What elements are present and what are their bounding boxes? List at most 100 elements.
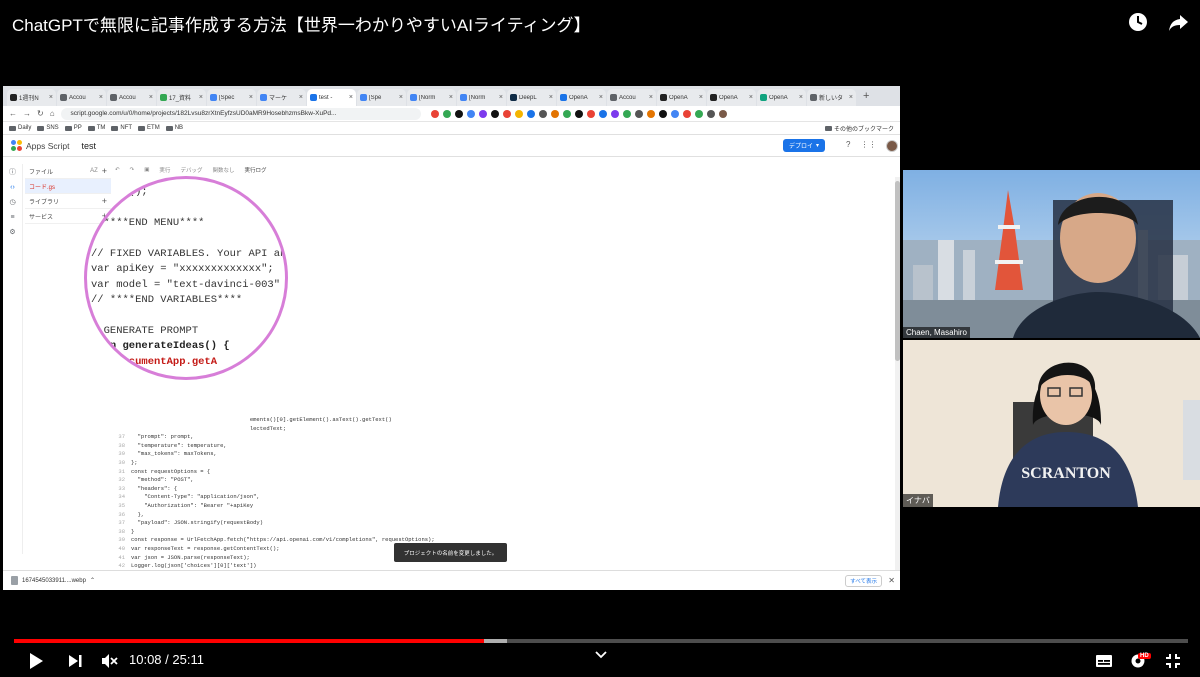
extension-icon[interactable]: [706, 109, 715, 118]
browser-tab[interactable]: 新しいタ ×: [807, 89, 856, 106]
next-icon[interactable]: [64, 651, 86, 671]
browser-tab[interactable]: Accou ×: [607, 89, 656, 106]
function-select[interactable]: 関数なし: [212, 166, 234, 174]
tab-close-icon[interactable]: ×: [49, 94, 53, 101]
project-name[interactable]: test: [81, 141, 96, 151]
tab-close-icon[interactable]: ×: [499, 94, 503, 101]
tab-close-icon[interactable]: ×: [399, 94, 403, 101]
browser-tab[interactable]: Accou ×: [107, 89, 156, 106]
browser-tab[interactable]: [Norm ×: [407, 89, 456, 106]
subtitles-icon[interactable]: [1093, 651, 1115, 671]
home-icon[interactable]: ⌂: [50, 109, 55, 118]
executions-icon[interactable]: ≡: [9, 214, 17, 222]
save-icon[interactable]: ▣: [144, 167, 149, 173]
reload-icon[interactable]: ↻: [37, 109, 44, 118]
back-icon[interactable]: ←: [9, 109, 17, 118]
bookmark-folder[interactable]: NB: [165, 125, 183, 131]
close-icon[interactable]: ✕: [888, 576, 895, 585]
extension-icon[interactable]: [634, 109, 643, 118]
browser-tab[interactable]: DeepL ×: [507, 89, 556, 106]
extension-icon[interactable]: [550, 109, 559, 118]
extension-icon[interactable]: [574, 109, 583, 118]
extension-icon[interactable]: [454, 109, 463, 118]
extension-icon[interactable]: [562, 109, 571, 118]
bookmark-folder[interactable]: PP: [64, 125, 82, 131]
deploy-button[interactable]: デプロイ ▾: [783, 139, 825, 152]
redo-icon[interactable]: ↷: [130, 167, 135, 173]
tab-close-icon[interactable]: ×: [599, 94, 603, 101]
triggers-icon[interactable]: ◷: [9, 199, 17, 207]
browser-tab[interactable]: [Norm ×: [457, 89, 506, 106]
extension-icon[interactable]: [670, 109, 679, 118]
bookmark-folder[interactable]: NFT: [111, 125, 132, 131]
extension-icon[interactable]: [538, 109, 547, 118]
extension-icon[interactable]: [442, 109, 451, 118]
tab-close-icon[interactable]: ×: [849, 94, 853, 101]
browser-tab[interactable]: マーケ ×: [257, 89, 306, 106]
avatar[interactable]: [886, 140, 899, 152]
bookmark-folder[interactable]: Daily: [9, 125, 31, 131]
browser-tab[interactable]: OpenA ×: [707, 89, 756, 106]
extension-icon[interactable]: [694, 109, 703, 118]
tab-close-icon[interactable]: ×: [349, 94, 353, 101]
extension-icon[interactable]: [514, 109, 523, 118]
tab-close-icon[interactable]: ×: [99, 94, 103, 101]
tab-close-icon[interactable]: ×: [749, 94, 753, 101]
tab-close-icon[interactable]: ×: [549, 94, 553, 101]
editor-scrollbar[interactable]: [895, 177, 900, 570]
new-tab-button[interactable]: +: [857, 90, 875, 102]
browser-tab[interactable]: [Spec ×: [207, 89, 256, 106]
browser-tab[interactable]: 17_資料 ×: [157, 89, 206, 106]
tab-close-icon[interactable]: ×: [449, 94, 453, 101]
share-icon[interactable]: [1166, 10, 1190, 34]
extension-icon[interactable]: [622, 109, 631, 118]
mute-icon[interactable]: [98, 651, 120, 671]
browser-tab[interactable]: OpenA ×: [657, 89, 706, 106]
browser-tab[interactable]: 1週刊N ×: [7, 89, 56, 106]
chevron-down-icon[interactable]: [590, 645, 612, 665]
tab-close-icon[interactable]: ×: [199, 94, 203, 101]
extension-icon[interactable]: [430, 109, 439, 118]
add-file-button[interactable]: +: [102, 166, 107, 176]
show-all-button[interactable]: すべて表示: [845, 575, 882, 587]
browser-tab[interactable]: [Spe ×: [357, 89, 406, 106]
extension-icon[interactable]: [646, 109, 655, 118]
settings-icon[interactable]: ⚙: [9, 229, 17, 237]
execution-log-button[interactable]: 実行ログ: [244, 166, 266, 174]
browser-tab[interactable]: OpenA ×: [757, 89, 806, 106]
overview-icon[interactable]: ⓘ: [9, 169, 17, 177]
sort-button[interactable]: AZ: [90, 168, 98, 174]
other-bookmarks[interactable]: その他のブックマーク: [824, 124, 894, 133]
profile-avatar[interactable]: [718, 109, 727, 118]
debug-button[interactable]: デバッグ: [180, 166, 202, 174]
tab-close-icon[interactable]: ×: [249, 94, 253, 101]
extension-icon[interactable]: [466, 109, 475, 118]
apps-grid-icon[interactable]: ⋮⋮: [860, 140, 876, 152]
watch-later-icon[interactable]: [1126, 10, 1150, 34]
browser-tab[interactable]: Accou ×: [57, 89, 106, 106]
chevron-up-icon[interactable]: ⌃: [90, 577, 95, 584]
exit-fullscreen-icon[interactable]: [1162, 651, 1184, 671]
run-button[interactable]: 実行: [159, 166, 170, 174]
tab-close-icon[interactable]: ×: [649, 94, 653, 101]
tab-close-icon[interactable]: ×: [699, 94, 703, 101]
bookmark-folder[interactable]: ETM: [138, 125, 160, 131]
progress-bar[interactable]: [14, 639, 1188, 643]
url-field[interactable]: script.google.com/u/0/home/projects/182L…: [60, 107, 421, 120]
extension-icon[interactable]: [490, 109, 499, 118]
editor-icon[interactable]: ‹›: [9, 184, 17, 192]
extension-icon[interactable]: [682, 109, 691, 118]
extension-icon[interactable]: [502, 109, 511, 118]
browser-tab[interactable]: OpenA ×: [557, 89, 606, 106]
play-icon[interactable]: [24, 651, 48, 671]
extension-icon[interactable]: [598, 109, 607, 118]
tab-close-icon[interactable]: ×: [149, 94, 153, 101]
extension-icon[interactable]: [610, 109, 619, 118]
extension-icon[interactable]: [478, 109, 487, 118]
forward-icon[interactable]: →: [23, 109, 31, 118]
download-item[interactable]: 1674545033911....webp ⌃: [11, 576, 95, 585]
browser-tab[interactable]: test - ×: [307, 89, 356, 106]
undo-icon[interactable]: ↶: [115, 167, 120, 173]
bookmark-folder[interactable]: TM: [87, 125, 105, 131]
extension-icon[interactable]: [586, 109, 595, 118]
